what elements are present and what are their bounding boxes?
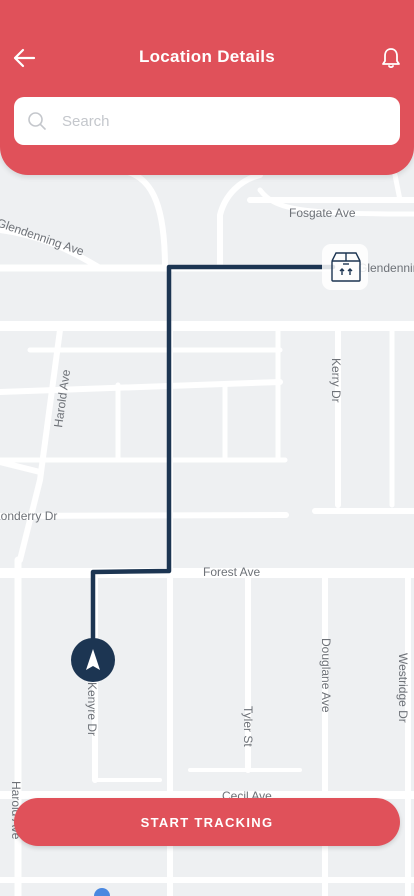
street-label-westridge: Westridge Dr <box>396 653 410 723</box>
search-input[interactable] <box>60 111 384 131</box>
street-label-forest: Forest Ave <box>203 565 260 579</box>
street-label-fosgate: Fosgate Ave <box>289 206 356 220</box>
search-icon <box>26 110 48 132</box>
start-tracking-button[interactable]: START TRACKING <box>14 798 400 846</box>
bell-icon <box>382 48 400 69</box>
origin-marker[interactable] <box>71 638 115 682</box>
street-label-tyler: Tyler St <box>241 706 255 747</box>
street-label-londonderry: Londerry Dr <box>0 509 57 523</box>
street-label-douglane: Douglane Ave <box>319 638 333 713</box>
header: Location Details <box>0 0 414 175</box>
street-label-kerry: Kerry Dr <box>329 358 343 403</box>
search-bar[interactable] <box>14 97 400 145</box>
notifications-button[interactable] <box>378 44 404 72</box>
street-label-kenyre: Kenyre Dr <box>85 682 99 736</box>
destination-marker[interactable] <box>322 244 368 290</box>
page-title: Location Details <box>138 47 276 66</box>
